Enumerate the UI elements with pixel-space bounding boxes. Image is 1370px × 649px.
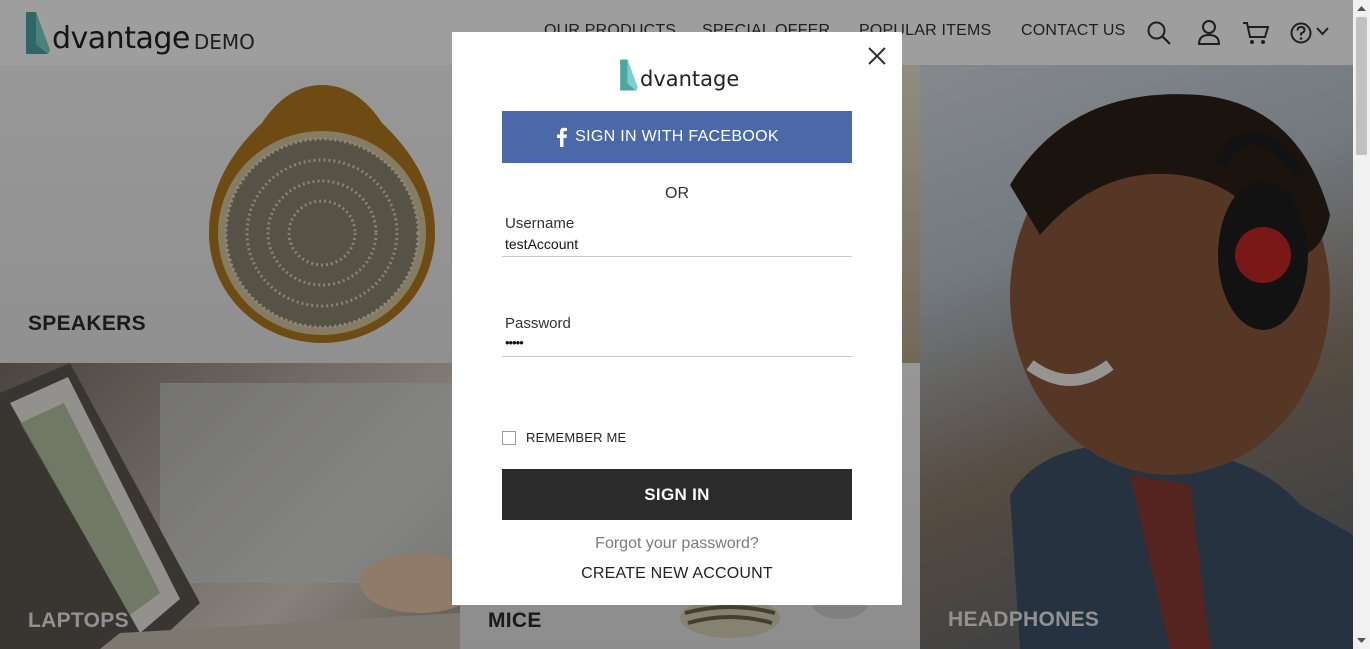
- password-input[interactable]: •••••: [505, 335, 845, 350]
- sign-in-button[interactable]: SIGN IN: [502, 469, 852, 520]
- or-divider: OR: [665, 185, 689, 202]
- remember-me-option[interactable]: REMEMBER ME: [502, 430, 626, 445]
- facebook-icon: [557, 127, 567, 147]
- logo-mark-icon: [620, 59, 638, 91]
- forgot-password-link[interactable]: Forgot your password?: [452, 535, 902, 553]
- create-new-account-link[interactable]: CREATE NEW ACCOUNT: [452, 565, 902, 583]
- scrollbar-thumb[interactable]: [1356, 17, 1367, 155]
- username-label: Username: [505, 215, 575, 232]
- password-field[interactable]: Password •••••: [502, 312, 852, 357]
- page-scrollbar[interactable]: [1353, 0, 1370, 649]
- remember-me-label[interactable]: REMEMBER ME: [526, 430, 626, 445]
- facebook-button-label: SIGN IN WITH FACEBOOK: [575, 128, 779, 145]
- username-field[interactable]: Username: [502, 212, 852, 257]
- password-label: Password: [505, 315, 571, 332]
- login-modal: dvantage SIGN IN WITH FACEBOOK OR Userna…: [452, 32, 902, 605]
- scroll-up-icon[interactable]: [1353, 0, 1370, 17]
- sign-in-with-facebook-button[interactable]: SIGN IN WITH FACEBOOK: [502, 111, 852, 163]
- scroll-down-icon[interactable]: [1353, 632, 1370, 649]
- modal-logo: dvantage: [617, 56, 739, 92]
- modal-logo-word: dvantage: [640, 67, 740, 91]
- remember-me-checkbox[interactable]: [502, 430, 516, 445]
- close-icon[interactable]: [866, 45, 888, 67]
- username-input[interactable]: [505, 236, 845, 252]
